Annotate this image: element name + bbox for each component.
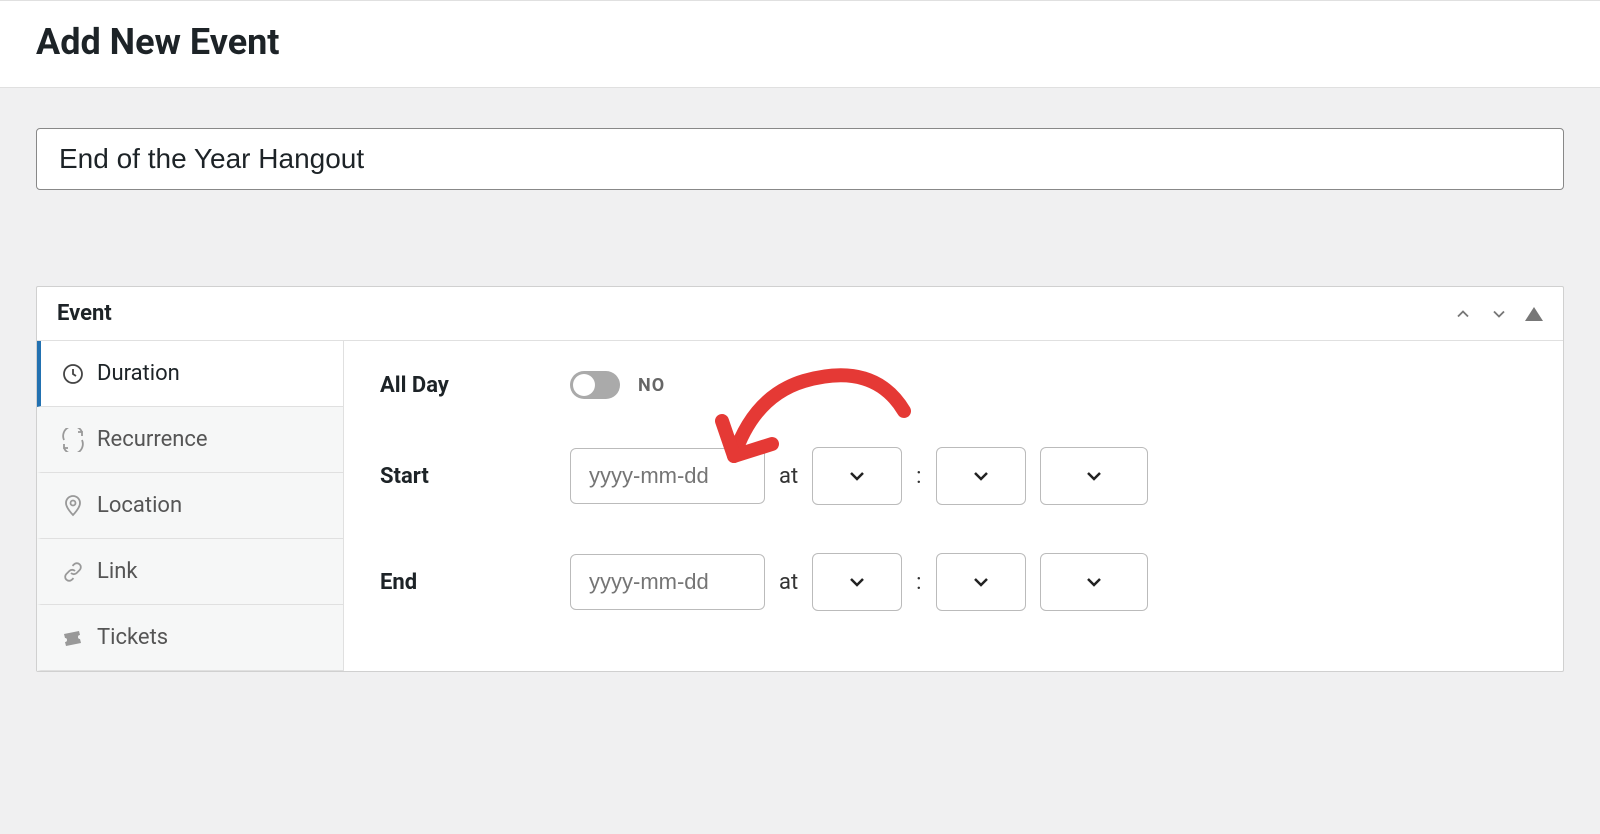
tab-recurrence[interactable]: Recurrence xyxy=(37,407,343,473)
end-date-input[interactable] xyxy=(570,554,765,610)
end-hour-select[interactable] xyxy=(812,553,902,611)
chevron-down-icon xyxy=(845,570,869,594)
end-colon: : xyxy=(916,570,921,595)
all-day-row: All Day NO xyxy=(380,371,1527,399)
start-row: Start at : xyxy=(380,447,1527,505)
panel-header: Event xyxy=(37,287,1563,341)
tab-duration[interactable]: Duration xyxy=(37,341,343,407)
form-pane: All Day NO Start at : xyxy=(344,341,1563,671)
clock-icon xyxy=(61,362,85,386)
start-hour-select[interactable] xyxy=(812,447,902,505)
start-controls: at : xyxy=(570,447,1148,505)
chevron-down-icon xyxy=(845,464,869,488)
link-icon xyxy=(61,560,85,584)
chevron-down-icon xyxy=(1082,570,1106,594)
chevron-down-icon xyxy=(1082,464,1106,488)
event-title-input[interactable] xyxy=(36,128,1564,190)
page-title: Add New Event xyxy=(36,21,1564,63)
tab-link[interactable]: Link xyxy=(37,539,343,605)
start-minute-select[interactable] xyxy=(936,447,1026,505)
all-day-label: All Day xyxy=(380,373,570,398)
end-ampm-select[interactable] xyxy=(1040,553,1148,611)
tab-label: Duration xyxy=(97,361,180,386)
chevron-down-icon xyxy=(969,464,993,488)
panel-title: Event xyxy=(57,301,112,326)
event-panel: Event Duration Recurrence Location xyxy=(36,286,1564,672)
collapse-toggle-icon[interactable] xyxy=(1525,307,1543,321)
all-day-toggle[interactable] xyxy=(570,371,620,399)
chevron-down-icon xyxy=(969,570,993,594)
move-down-icon[interactable] xyxy=(1489,304,1509,324)
location-pin-icon xyxy=(61,494,85,518)
end-minute-select[interactable] xyxy=(936,553,1026,611)
page-header: Add New Event xyxy=(0,0,1600,88)
tab-label: Tickets xyxy=(97,625,168,650)
panel-body: Duration Recurrence Location Link Ticket… xyxy=(37,341,1563,671)
tab-label: Location xyxy=(97,493,182,518)
repeat-icon xyxy=(61,428,85,452)
start-date-input[interactable] xyxy=(570,448,765,504)
tab-location[interactable]: Location xyxy=(37,473,343,539)
tab-tickets[interactable]: Tickets xyxy=(37,605,343,671)
move-up-icon[interactable] xyxy=(1453,304,1473,324)
tab-label: Link xyxy=(97,559,138,584)
all-day-value: NO xyxy=(638,375,665,396)
end-row: End at : xyxy=(380,553,1527,611)
tab-list: Duration Recurrence Location Link Ticket… xyxy=(37,341,344,671)
start-colon: : xyxy=(916,464,921,489)
start-ampm-select[interactable] xyxy=(1040,447,1148,505)
content-area: Event Duration Recurrence Location xyxy=(0,88,1600,672)
end-controls: at : xyxy=(570,553,1148,611)
panel-controls xyxy=(1453,304,1543,324)
tab-label: Recurrence xyxy=(97,427,208,452)
end-label: End xyxy=(380,570,570,595)
end-at-text: at xyxy=(779,570,798,595)
start-at-text: at xyxy=(779,464,798,489)
all-day-toggle-wrap: NO xyxy=(570,371,665,399)
start-label: Start xyxy=(380,464,570,489)
tickets-icon xyxy=(61,626,85,650)
